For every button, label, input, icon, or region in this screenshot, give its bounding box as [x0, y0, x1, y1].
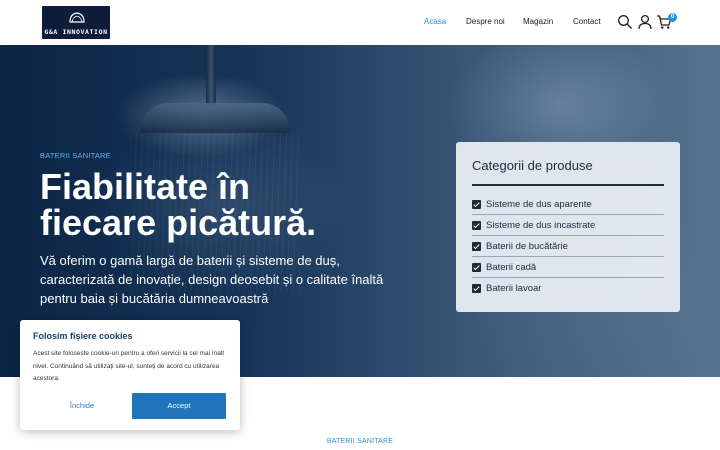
site-header: G&A INNOVATION Acasa Despre noi Magazin … [0, 0, 720, 45]
category-item[interactable]: Baterii cadă [472, 257, 664, 278]
cart-count-badge: 0 [668, 13, 677, 22]
user-icon[interactable] [637, 14, 653, 30]
product-categories-card: Categorii de produse Sisteme de dus apar… [456, 142, 680, 312]
section-tag: BATERII SANITARE [326, 438, 394, 445]
category-item[interactable]: Sisteme de dus incastrate [472, 215, 664, 236]
category-label: Baterii de bucătărie [486, 241, 568, 252]
categories-title: Categorii de produse [472, 158, 593, 173]
cookie-accept-button[interactable]: Accept [132, 393, 226, 419]
category-item[interactable]: Baterii lavoar [472, 278, 664, 299]
checkbox-icon[interactable] [472, 263, 481, 272]
category-item[interactable]: Baterii de bucătărie [472, 236, 664, 257]
logo[interactable]: G&A INNOVATION [42, 6, 110, 39]
hero-title: Fiabilitate în fiecare picătură. [40, 169, 400, 241]
logo-mark-icon [69, 12, 85, 23]
category-label: Baterii lavoar [486, 283, 542, 294]
checkbox-icon[interactable] [472, 200, 481, 209]
logo-text: G&A INNOVATION [44, 28, 108, 36]
hero-title-line1: Fiabilitate în [40, 166, 251, 207]
hero-title-line2: fiecare picătură. [40, 202, 317, 243]
nav-magazin[interactable]: Magazin [523, 17, 553, 26]
cookie-close-button[interactable]: Închide [33, 393, 131, 419]
hero-subtitle: Vă oferim o gamă largă de baterii și sis… [40, 253, 384, 306]
hero-tag: BATERII SANITARE [40, 151, 111, 160]
checkbox-icon[interactable] [472, 242, 481, 251]
nav-acasa[interactable]: Acasa [424, 17, 446, 26]
category-label: Sisteme de dus incastrate [486, 220, 596, 231]
category-label: Baterii cadă [486, 262, 537, 273]
nav-contact[interactable]: Contact [573, 17, 601, 26]
nav-despre-noi[interactable]: Despre noi [466, 17, 505, 26]
cookie-consent-popup: Folosim fișiere cookies Acest site folos… [20, 320, 240, 430]
category-item[interactable]: Sisteme de dus aparente [472, 194, 664, 215]
category-label: Sisteme de dus aparente [486, 199, 592, 210]
checkbox-icon[interactable] [472, 221, 481, 230]
cookie-text: Acest site folosește cookie-uri pentru a… [33, 350, 225, 382]
categories-divider [472, 184, 664, 186]
cookie-title: Folosim fișiere cookies [33, 331, 133, 341]
checkbox-icon[interactable] [472, 284, 481, 293]
search-icon[interactable] [617, 14, 633, 30]
